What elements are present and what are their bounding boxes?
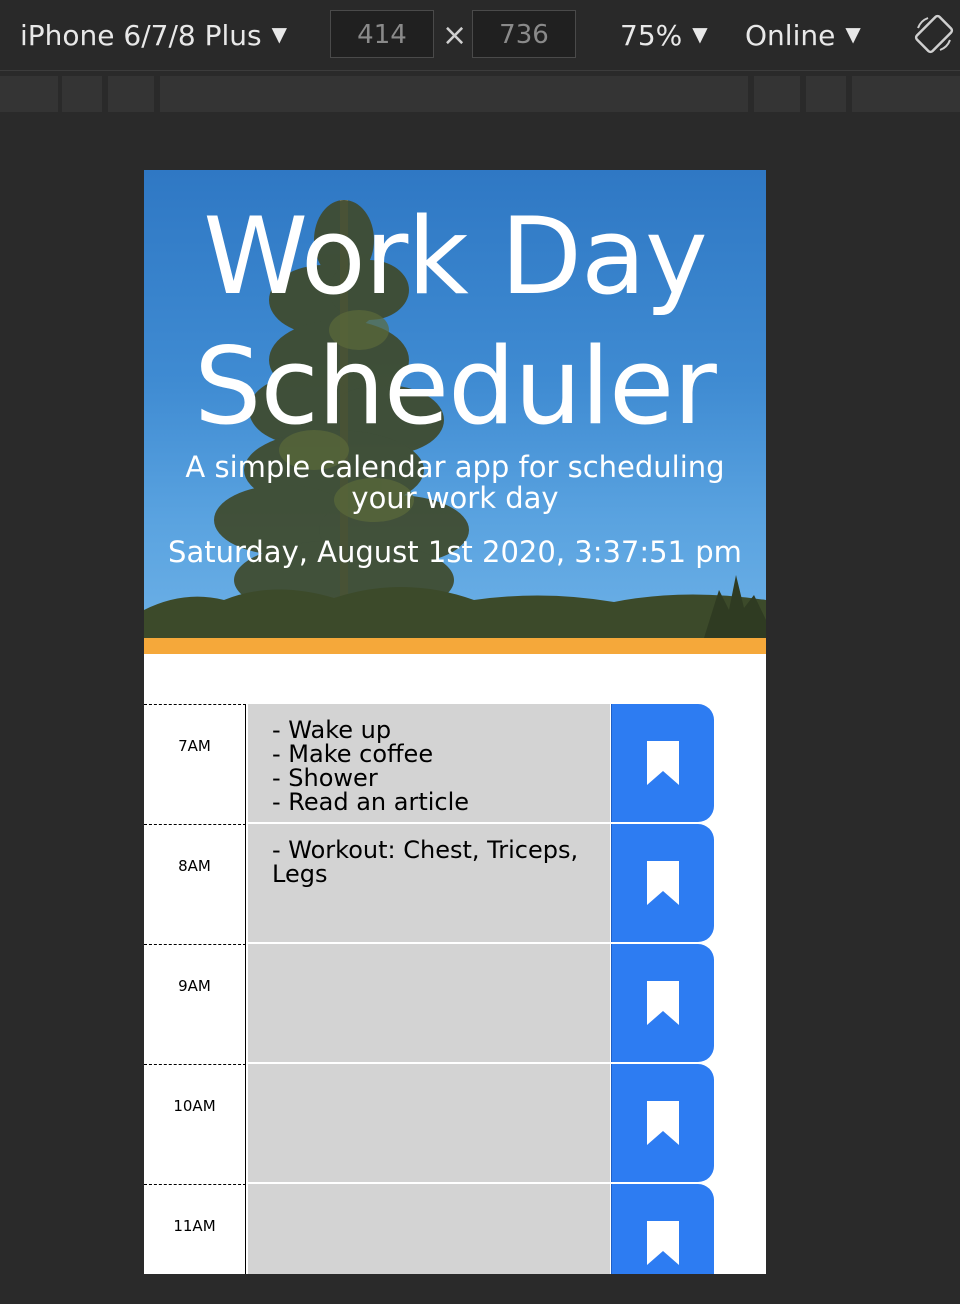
page-subtitle: A simple calendar app for scheduling you…: [185, 450, 725, 515]
media-query-segment[interactable]: [160, 76, 748, 112]
save-button[interactable]: [611, 824, 714, 942]
hour-label: 7AM: [144, 704, 246, 824]
network-label: Online: [745, 19, 836, 52]
device-select[interactable]: iPhone 6/7/8 Plus ▼: [20, 16, 287, 58]
time-block-row: 7AM - Wake up - Make coffee - Shower - Re…: [144, 704, 766, 824]
device-toolbar: iPhone 6/7/8 Plus ▼ 414 × 736 75% ▼ Online…: [0, 0, 960, 71]
media-query-segment[interactable]: [62, 76, 102, 112]
time-block-row: 10AM: [144, 1064, 766, 1184]
event-textarea[interactable]: [248, 1184, 610, 1274]
hour-label: 8AM: [144, 824, 246, 944]
device-label: iPhone 6/7/8 Plus: [20, 19, 262, 52]
title-line-1: Work Day: [203, 195, 707, 318]
rotate-icon[interactable]: [914, 14, 954, 54]
bookmark-icon: [647, 741, 679, 785]
event-textarea[interactable]: - Workout: Chest, Triceps, Legs: [248, 824, 610, 944]
current-day: Saturday, August 1st 2020, 3:37:51 pm: [168, 535, 742, 569]
media-query-segment[interactable]: [806, 76, 846, 112]
event-textarea[interactable]: [248, 1064, 610, 1184]
hour-label: 9AM: [144, 944, 246, 1064]
save-button[interactable]: [611, 704, 714, 822]
time-block-row: 8AM - Workout: Chest, Triceps, Legs: [144, 824, 766, 944]
event-textarea[interactable]: [248, 944, 610, 1064]
media-query-segment[interactable]: [108, 76, 154, 112]
dropdown-arrow-icon: ▼: [692, 22, 708, 46]
hour-label: 10AM: [144, 1064, 246, 1184]
bookmark-icon: [647, 1221, 679, 1265]
header-accent-stripe: [144, 638, 766, 654]
dropdown-arrow-icon: ▼: [271, 22, 288, 46]
save-button[interactable]: [611, 944, 714, 1062]
device-viewport: Work Day Scheduler A simple calendar app…: [144, 170, 766, 1274]
save-button[interactable]: [611, 1064, 714, 1182]
width-input[interactable]: 414: [330, 10, 434, 58]
time-block-list: 7AM - Wake up - Make coffee - Shower - Re…: [144, 704, 766, 1274]
media-query-segment[interactable]: [852, 76, 960, 112]
zoom-label: 75%: [620, 19, 683, 52]
zoom-select[interactable]: 75% ▼: [620, 16, 708, 58]
bookmark-icon: [647, 981, 679, 1025]
height-input[interactable]: 736: [472, 10, 576, 58]
save-button[interactable]: [611, 1184, 714, 1274]
bookmark-icon: [647, 1101, 679, 1145]
title-line-2: Scheduler: [194, 325, 717, 448]
media-query-bar: [0, 72, 960, 114]
jumbotron-header: Work Day Scheduler A simple calendar app…: [144, 170, 766, 638]
media-query-segment[interactable]: [0, 76, 58, 112]
media-query-segment[interactable]: [754, 76, 800, 112]
hour-label: 11AM: [144, 1184, 246, 1274]
bookmark-icon: [647, 861, 679, 905]
dropdown-arrow-icon: ▼: [845, 22, 861, 46]
time-block-row: 11AM: [144, 1184, 766, 1274]
network-select[interactable]: Online ▼: [745, 16, 861, 58]
event-textarea[interactable]: - Wake up - Make coffee - Shower - Read …: [248, 704, 610, 824]
page-title: Work Day Scheduler: [144, 192, 766, 452]
times-symbol: ×: [442, 18, 468, 53]
time-block-row: 9AM: [144, 944, 766, 1064]
